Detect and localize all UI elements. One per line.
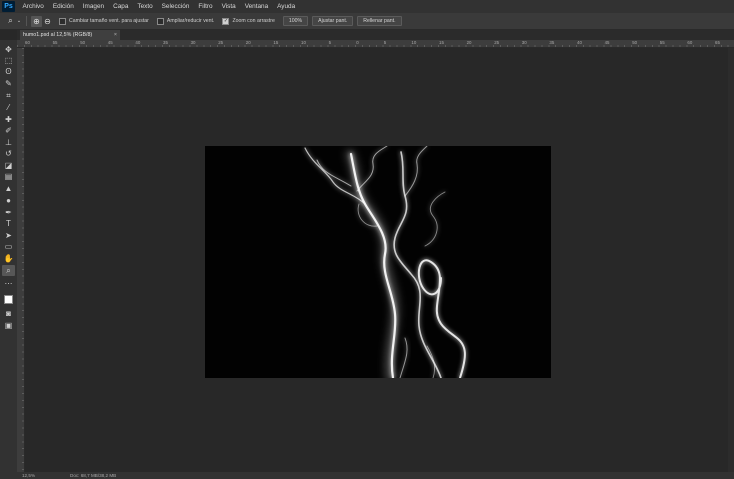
eyedropper-tool-icon[interactable]: ⁄	[2, 102, 15, 113]
ruler-horizontal[interactable]: 60 55 50 45 40 35 30 25 20 15 10 5 0 5 10 15 20 25 30 35 40 4…	[17, 40, 734, 48]
smoke-image	[205, 146, 551, 378]
menu-ventana[interactable]: Ventana	[240, 3, 272, 10]
status-bar: 12,5% Doc: 68,7 MB/38,2 MB	[0, 472, 734, 479]
resize-windows-option[interactable]: Cambiar tamaño vent. para ajustar	[59, 17, 149, 25]
brush-tool-icon[interactable]: ✐	[2, 125, 15, 136]
gradient-tool-icon[interactable]: ▤	[2, 171, 15, 182]
ruler-tick-label: 10	[411, 40, 417, 45]
zoom-100-button[interactable]: 100%	[282, 16, 309, 26]
type-tool-icon[interactable]: T	[2, 218, 15, 229]
lasso-tool-icon[interactable]: ʘ	[2, 66, 15, 77]
vertical-scrollbar[interactable]	[728, 48, 734, 472]
ruler-tick-label: 30	[521, 40, 527, 45]
color-swatches-icon[interactable]	[2, 294, 16, 308]
ruler-tick-label: 10	[301, 40, 306, 45]
ruler-tick-label: 40	[577, 40, 582, 45]
ruler-tick-label: 60	[687, 40, 693, 45]
ruler-tick-label: 65	[715, 40, 720, 45]
document-tab-title: humo1.psd al 12,5% (RGB/8)	[23, 32, 93, 38]
crop-tool-icon[interactable]: ⌗	[2, 90, 15, 101]
ruler-tick-label: 35	[163, 40, 168, 45]
ruler-vertical[interactable]	[17, 48, 25, 472]
ruler-tick-label: 0	[356, 40, 359, 45]
ruler-tick-label: 55	[659, 40, 665, 45]
eraser-tool-icon[interactable]: ◪	[2, 160, 15, 171]
chevron-down-icon[interactable]: ⌄	[16, 16, 22, 27]
ruler-tick-label: 35	[549, 40, 555, 45]
menu-edicion[interactable]: Edición	[48, 3, 78, 10]
document-tab[interactable]: humo1.psd al 12,5% (RGB/8) ×	[20, 30, 120, 40]
menu-archivo[interactable]: Archivo	[18, 3, 48, 10]
menu-filtro[interactable]: Filtro	[194, 3, 217, 10]
shape-tool-icon[interactable]: ▭	[2, 241, 15, 252]
clone-stamp-tool-icon[interactable]: ⊥	[2, 137, 15, 148]
status-doc-size: Doc: 68,7 MB/38,2 MB	[70, 473, 117, 478]
foreground-color-icon[interactable]	[4, 295, 13, 304]
screen-mode-icon[interactable]: ▣	[2, 320, 15, 331]
document-tab-bar: humo1.psd al 12,5% (RGB/8) ×	[17, 30, 734, 40]
ruler-tick-label: 60	[25, 40, 30, 45]
ruler-tick-label: 45	[107, 40, 113, 45]
quick-selection-tool-icon[interactable]: ✎	[2, 78, 15, 89]
menu-texto[interactable]: Texto	[133, 3, 157, 10]
ruler-tick-label: 25	[494, 40, 500, 45]
scrubby-zoom-checkbox[interactable]: ✓	[222, 17, 230, 25]
zoom-tool-preset-icon[interactable]: ⌕	[5, 16, 16, 27]
ruler-tick-label: 15	[273, 40, 279, 45]
fit-screen-button[interactable]: Ajustar pant.	[312, 16, 354, 26]
document-canvas[interactable]	[205, 146, 551, 378]
ruler-tick-label: 40	[135, 40, 141, 45]
scrubby-zoom-option[interactable]: ✓ Zoom con arrastre	[222, 17, 275, 25]
separator	[26, 16, 27, 26]
ruler-tick-label: 20	[466, 40, 472, 45]
menu-vista[interactable]: Vista	[217, 3, 240, 10]
zoom-tool-icon[interactable]: ⌕	[2, 265, 15, 276]
blur-tool-icon[interactable]: ▲	[2, 183, 15, 194]
zoom-all-windows-label: Ampliar/reducir vent.	[166, 18, 215, 24]
menu-imagen[interactable]: Imagen	[78, 3, 108, 10]
quick-mask-icon[interactable]: ◙	[2, 308, 15, 319]
ruler-tick-label: 5	[383, 40, 387, 45]
ruler-tick-label: 30	[190, 40, 196, 45]
menu-bar: Ps Archivo Edición Imagen Capa Texto Sel…	[0, 0, 734, 13]
ruler-tick-label: 15	[439, 40, 444, 45]
tools-panel: ✥ ⬚ ʘ ✎ ⌗ ⁄ ✚ ✐ ⊥ ↺ ◪ ▤ ▲ ● ✒ T ➤ ▭ ✋ ⌕ ⋯ ◙ ▣	[0, 40, 18, 472]
ruler-tick-label: 50	[80, 40, 86, 45]
zoom-out-icon[interactable]: ⊖	[42, 16, 53, 27]
zoom-all-windows-option[interactable]: Ampliar/reducir vent.	[156, 17, 215, 25]
marquee-tool-icon[interactable]: ⬚	[2, 55, 15, 66]
more-tools-icon[interactable]: ⋯	[2, 278, 15, 289]
menu-seleccion[interactable]: Selección	[157, 3, 194, 10]
close-icon[interactable]: ×	[114, 30, 117, 40]
path-selection-tool-icon[interactable]: ➤	[2, 230, 15, 241]
photoshop-logo[interactable]: Ps	[2, 1, 15, 12]
fill-screen-button[interactable]: Rellenar pant.	[357, 16, 402, 26]
hand-tool-icon[interactable]: ✋	[2, 253, 15, 264]
ruler-tick-label: 25	[218, 40, 224, 45]
ruler-tick-label: 55	[52, 40, 58, 45]
options-bar: ⌕ ⌄ ⊕ ⊖ Cambiar tamaño vent. para ajusta…	[0, 13, 734, 30]
menu-capa[interactable]: Capa	[109, 3, 133, 10]
scrubby-zoom-label: Zoom con arrastre	[232, 18, 275, 24]
zoom-in-icon[interactable]: ⊕	[31, 15, 42, 27]
menu-ayuda[interactable]: Ayuda	[273, 3, 300, 10]
pen-tool-icon[interactable]: ✒	[2, 207, 15, 218]
resize-windows-checkbox[interactable]	[59, 17, 66, 25]
ruler-tick-label: 5	[328, 40, 332, 45]
move-tool-icon[interactable]: ✥	[2, 44, 15, 55]
zoom-all-windows-checkbox[interactable]	[156, 17, 164, 25]
ruler-tick-label: 50	[632, 40, 638, 45]
ruler-tick-label: 45	[604, 40, 610, 45]
healing-brush-tool-icon[interactable]: ✚	[2, 114, 15, 125]
canvas-area[interactable]	[25, 48, 734, 472]
status-zoom[interactable]: 12,5%	[22, 472, 35, 479]
resize-windows-label: Cambiar tamaño vent. para ajustar	[69, 18, 149, 24]
dodge-tool-icon[interactable]: ●	[2, 195, 15, 206]
ruler-tick-label: 20	[245, 40, 251, 45]
history-brush-tool-icon[interactable]: ↺	[2, 148, 15, 159]
